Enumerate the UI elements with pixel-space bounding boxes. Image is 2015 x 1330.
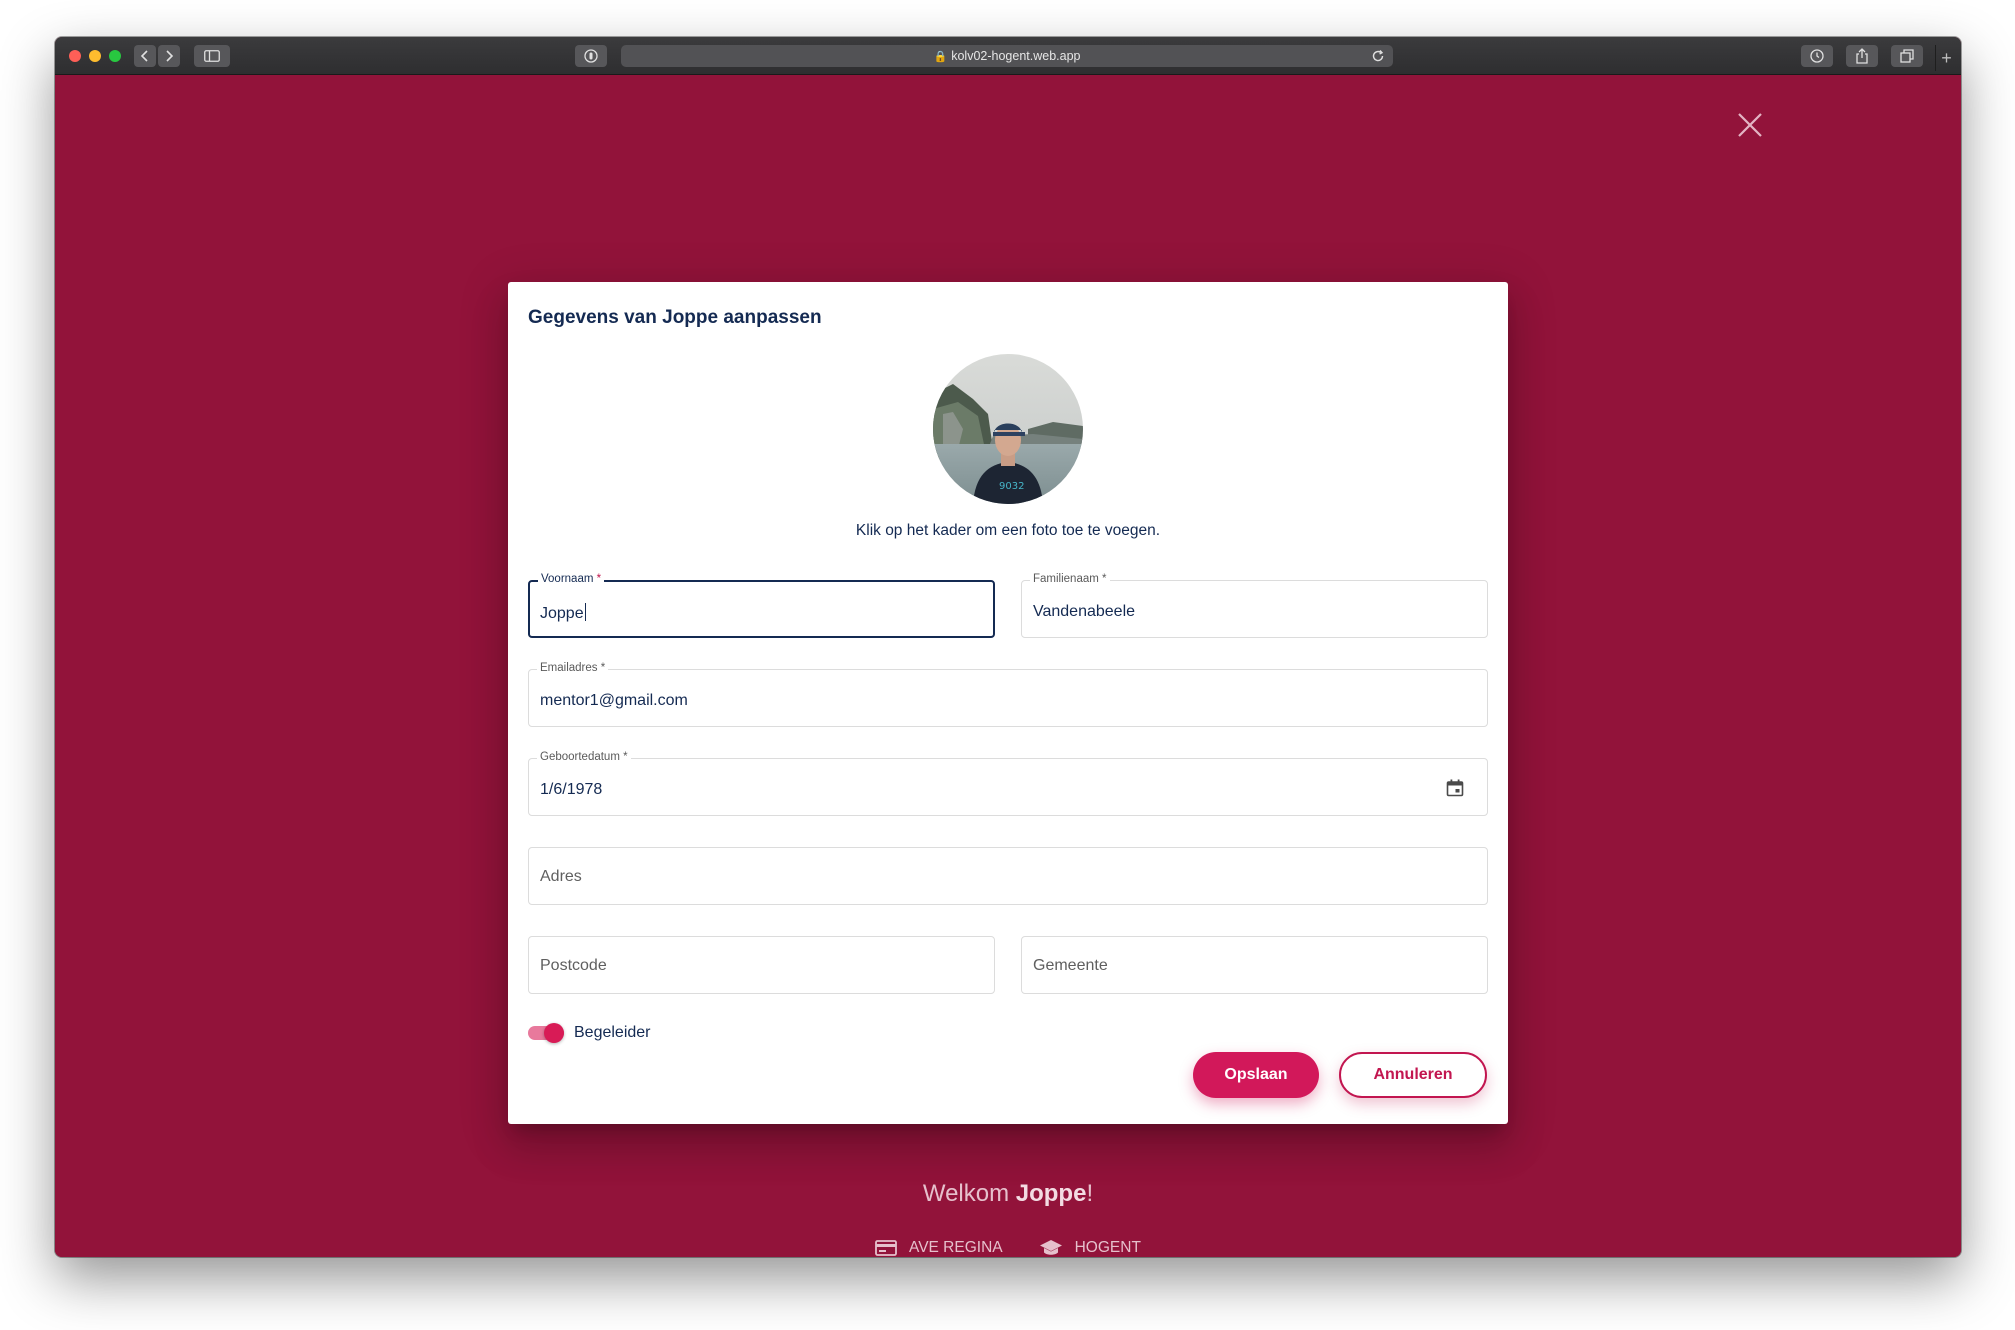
- privacy-report-button[interactable]: [575, 45, 607, 67]
- cancel-button[interactable]: Annuleren: [1339, 1052, 1487, 1098]
- address-field[interactable]: Adres: [528, 847, 1488, 905]
- edit-profile-dialog: Gegevens van Joppe aanpassen 9032 Klik o…: [508, 282, 1508, 1124]
- tabs-icon: [1900, 49, 1914, 63]
- back-button[interactable]: [134, 45, 156, 67]
- close-window-button[interactable]: [69, 50, 81, 62]
- footer-link-label: HOGENT: [1074, 1239, 1141, 1256]
- postcode-placeholder: Postcode: [540, 957, 607, 974]
- lock-icon: 🔒: [933, 50, 948, 63]
- last-name-label: Familienaam *: [1030, 573, 1110, 585]
- birthdate-value: 1/6/1978: [540, 781, 603, 798]
- first-name-value: Joppe: [540, 603, 586, 622]
- welcome-suffix: !: [1086, 1180, 1094, 1207]
- chevron-right-icon: [166, 50, 174, 62]
- share-icon: [1856, 48, 1868, 64]
- calendar-icon[interactable]: [1445, 778, 1465, 798]
- first-name-field[interactable]: Voornaam * Joppe: [528, 573, 995, 638]
- welcome-text: Welkom Joppe!: [55, 1180, 1961, 1208]
- first-name-label: Voornaam *: [538, 573, 605, 585]
- welcome-name: Joppe: [1015, 1180, 1087, 1207]
- footer-link-label: AVE REGINA: [909, 1239, 1003, 1256]
- zoom-window-button[interactable]: [109, 50, 121, 62]
- city-placeholder: Gemeente: [1033, 957, 1108, 974]
- email-value: mentor1@gmail.com: [540, 692, 688, 709]
- school-cap-icon: [1039, 1240, 1062, 1255]
- photo-hint: Klik op het kader om een foto toe te voe…: [855, 522, 1161, 539]
- email-field[interactable]: Emailadres * mentor1@gmail.com: [528, 662, 1488, 727]
- last-name-field[interactable]: Familienaam * Vandenabeele: [1021, 573, 1488, 638]
- footer-link-hogent[interactable]: HOGENT: [1039, 1239, 1141, 1257]
- profile-photo-image: 9032: [933, 354, 1083, 504]
- close-icon[interactable]: [1736, 111, 1764, 139]
- clock-icon: [1810, 49, 1824, 63]
- address-bar[interactable]: 🔒 kolv02-hogent.web.app: [621, 45, 1393, 67]
- forward-button[interactable]: [158, 45, 180, 67]
- email-label: Emailadres *: [537, 662, 609, 674]
- postcode-field[interactable]: Postcode: [528, 936, 995, 994]
- footer-link-ave-regina[interactable]: AVE REGINA: [875, 1239, 1003, 1257]
- address-placeholder: Adres: [540, 868, 582, 885]
- card-icon: [875, 1240, 897, 1256]
- sidebar-icon: [204, 50, 220, 62]
- save-button[interactable]: Opslaan: [1193, 1052, 1319, 1098]
- new-tab-button[interactable]: +: [1935, 45, 1957, 71]
- dialog-title: Gegevens van Joppe aanpassen: [528, 307, 822, 328]
- svg-text:9032: 9032: [999, 481, 1024, 492]
- reload-icon[interactable]: [1371, 49, 1385, 63]
- last-name-value: Vandenabeele: [1033, 603, 1136, 620]
- sidebar-toggle-button[interactable]: [194, 45, 230, 67]
- minimize-window-button[interactable]: [89, 50, 101, 62]
- toggle-track[interactable]: [528, 1023, 564, 1043]
- welcome-prefix: Welkom: [922, 1180, 1016, 1207]
- downloads-button[interactable]: [1801, 45, 1833, 67]
- profile-photo[interactable]: 9032: [933, 354, 1083, 504]
- toggle-thumb[interactable]: [544, 1023, 564, 1043]
- address-bar-url: kolv02-hogent.web.app: [951, 49, 1081, 63]
- birthdate-label: Geboortedatum *: [537, 751, 631, 763]
- city-field[interactable]: Gemeente: [1021, 936, 1488, 994]
- tabs-overview-button[interactable]: [1891, 45, 1923, 67]
- supervisor-toggle[interactable]: Begeleider: [528, 1023, 651, 1043]
- birthdate-field[interactable]: Geboortedatum * 1/6/1978: [528, 751, 1488, 816]
- browser-titlebar: 🔒 kolv02-hogent.web.app +: [55, 37, 1961, 75]
- page-content: Gegevens van Joppe aanpassen 9032 Klik o…: [55, 75, 1961, 1257]
- supervisor-toggle-label: Begeleider: [574, 1024, 651, 1041]
- browser-window: 🔒 kolv02-hogent.web.app + Gegevens van J…: [55, 37, 1961, 1257]
- shield-icon: [584, 49, 598, 63]
- chevron-left-icon: [140, 50, 148, 62]
- footer-links: AVE REGINA HOGENT: [875, 1239, 1141, 1257]
- share-button[interactable]: [1846, 45, 1878, 67]
